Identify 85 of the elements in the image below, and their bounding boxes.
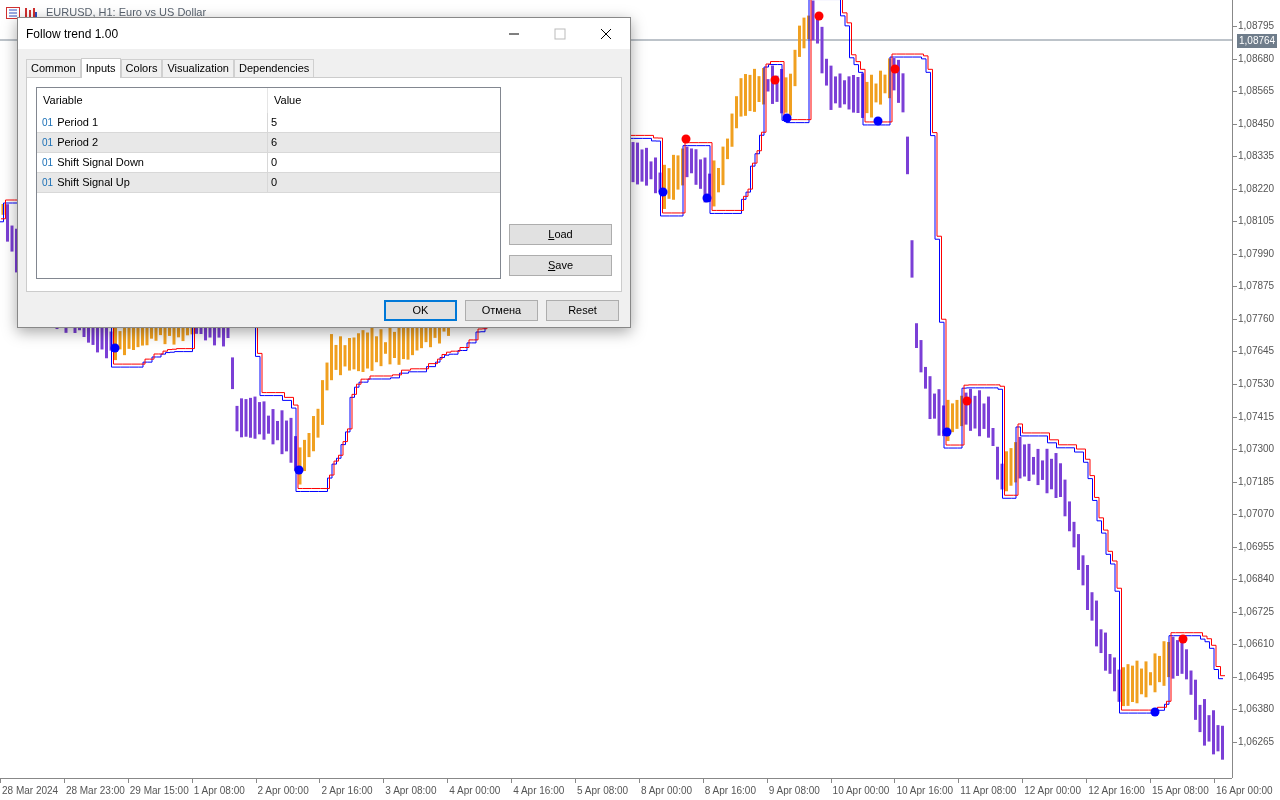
sell-signal-dot (890, 64, 900, 74)
tab[interactable]: Colors (120, 59, 163, 77)
time-label: 29 Mar 15:00 (129, 784, 189, 798)
sell-signal-dot (770, 75, 780, 85)
time-label: 1 Apr 08:00 (193, 784, 245, 798)
price-label: 1,07415 (1238, 409, 1275, 424)
time-label: 28 Mar 2024 (2, 784, 59, 798)
time-label: 3 Apr 08:00 (385, 784, 437, 798)
buy-signal-dot (294, 465, 304, 475)
side-button[interactable]: Load (509, 224, 612, 245)
table-cell-text: Shift Signal Down (57, 155, 144, 171)
table-cell-text: 5 (270, 115, 278, 131)
table-cell-text: Period 2 (57, 135, 99, 151)
buy-signal-dot (110, 343, 120, 353)
price-label: 1,07760 (1238, 311, 1275, 326)
price-label: 1,07300 (1238, 442, 1275, 457)
buy-signal-dot (873, 116, 883, 126)
time-label: 10 Apr 16:00 (896, 784, 954, 798)
side-button[interactable]: Save (509, 255, 612, 276)
list-icon[interactable] (6, 6, 20, 19)
current-price-label: 1,08764 (1237, 34, 1278, 48)
column-header[interactable]: Value (268, 88, 500, 113)
time-label: 8 Apr 16:00 (704, 784, 756, 798)
integer-type-icon: 01 (42, 135, 54, 150)
time-label: 4 Apr 16:00 (513, 784, 565, 798)
buy-signal-dot (942, 427, 952, 437)
dialog-button[interactable]: Reset (546, 300, 619, 321)
buy-signal-dot (658, 187, 668, 197)
tab[interactable]: Common (26, 59, 81, 77)
table-cell-text: Period 1 (57, 115, 99, 131)
buy-signal-dot (702, 193, 712, 203)
price-label: 1,06610 (1238, 637, 1275, 652)
time-label: 9 Apr 08:00 (768, 784, 820, 798)
dialog-button[interactable]: Отмена (465, 300, 538, 321)
sell-signal-dot (962, 396, 972, 406)
price-label: 1,06495 (1238, 669, 1275, 684)
price-label: 1,07530 (1238, 377, 1275, 391)
time-label: 5 Apr 08:00 (577, 784, 629, 798)
price-label: 1,07875 (1238, 279, 1275, 294)
sell-signal-dot (1178, 634, 1188, 644)
price-label: 1,08335 (1238, 149, 1275, 164)
integer-type-icon: 01 (42, 175, 54, 190)
time-label: 12 Apr 16:00 (1088, 784, 1145, 798)
time-label: 11 Apr 08:00 (960, 784, 1017, 798)
time-label: 2 Apr 16:00 (321, 784, 373, 798)
buy-signal-dot (782, 113, 792, 123)
sell-signal-dot (681, 134, 691, 144)
price-label: 1,08105 (1238, 214, 1275, 229)
price-label: 1,06380 (1238, 702, 1275, 717)
time-label: 4 Apr 00:00 (449, 784, 501, 798)
table-cell-text: 6 (270, 135, 278, 151)
price-label: 1,08680 (1238, 51, 1275, 66)
price-label: 1,07185 (1238, 474, 1275, 489)
tab[interactable]: Dependencies (233, 59, 315, 77)
time-label: 10 Apr 00:00 (832, 784, 890, 798)
buy-signal-dot (1150, 707, 1160, 717)
time-label: 15 Apr 08:00 (1152, 784, 1209, 798)
price-label: 1,08565 (1238, 84, 1275, 99)
table-cell-text: 0 (270, 155, 278, 171)
time-label: 16 Apr 00:00 (1215, 784, 1273, 798)
price-label: 1,08220 (1238, 181, 1275, 196)
price-label: 1,08795 (1238, 19, 1275, 33)
time-label: 2 Apr 00:00 (257, 784, 309, 798)
price-label: 1,06840 (1238, 572, 1275, 587)
tab[interactable]: Visualization (162, 59, 234, 77)
price-label: 1,06265 (1238, 735, 1275, 750)
dialog-button[interactable]: OK (384, 300, 457, 321)
close-icon[interactable] (600, 27, 612, 40)
time-label: 8 Apr 00:00 (640, 784, 693, 798)
price-label: 1,06725 (1238, 604, 1275, 619)
table-cell-text: Shift Signal Up (57, 175, 130, 191)
price-label: 1,07070 (1238, 507, 1275, 522)
price-label: 1,07990 (1238, 246, 1275, 261)
sell-signal-dot (814, 11, 824, 21)
integer-type-icon: 01 (42, 115, 54, 130)
time-label: 12 Apr 00:00 (1024, 784, 1081, 798)
price-label: 1,08450 (1238, 116, 1275, 131)
tab[interactable]: Inputs (80, 58, 121, 78)
integer-type-icon: 01 (42, 155, 54, 170)
time-label: 28 Mar 23:00 (65, 784, 125, 798)
table-cell-text: 0 (270, 175, 278, 191)
chart-icon[interactable] (24, 6, 38, 19)
dialog-title: Follow trend 1.00 (26, 25, 120, 43)
price-label: 1,07645 (1238, 344, 1275, 359)
price-label: 1,06955 (1238, 539, 1275, 554)
